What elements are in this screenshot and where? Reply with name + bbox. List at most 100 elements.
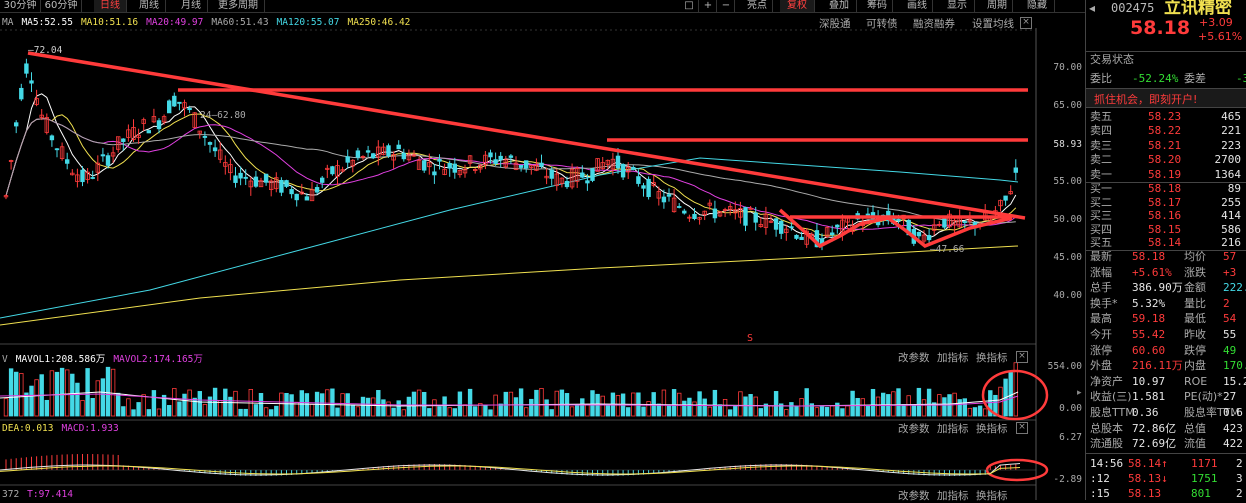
volume-bar [789, 402, 794, 417]
volume-bar [850, 390, 855, 417]
candle-body [646, 178, 651, 198]
macd-tick: -2.89 [1053, 474, 1082, 485]
volume-bar [804, 388, 809, 417]
candle-body [692, 213, 697, 220]
macd-switch-indicator[interactable]: 换指标 [976, 421, 1008, 436]
bid-label: 买二 [1090, 195, 1112, 209]
volume-bar [585, 403, 590, 417]
stat-value: 57 [1223, 250, 1237, 263]
candle-body [916, 231, 922, 237]
bid-volume: 216 [1221, 236, 1241, 250]
tick-row: :15 58.13 801 2 [1086, 487, 1246, 500]
promo-text[interactable]: 抓住机会，即刻开户! [1094, 91, 1197, 107]
volume-bar [972, 407, 978, 417]
stat-row: 股息TTM 0.36 股息率TTM 0.6 [1086, 406, 1246, 421]
volume-bar [156, 408, 162, 417]
volume-bar [274, 405, 279, 417]
macd-add-indicator[interactable]: 加指标 [937, 421, 969, 436]
vol-tick: 554.00 [1047, 361, 1082, 372]
macd-edit-params[interactable]: 改参数 [898, 421, 930, 436]
stat-value: 0.6 [1223, 406, 1243, 419]
volume-bar [814, 407, 820, 417]
stat-row: 总手 386.90万金额 222.4 [1086, 281, 1246, 296]
candle-body [284, 180, 289, 187]
volume-bar [238, 408, 243, 417]
vol-close-icon[interactable]: × [1016, 351, 1028, 363]
kdj-switch-indicator[interactable]: 换指标 [976, 488, 1008, 503]
vol-switch-indicator[interactable]: 换指标 [976, 350, 1008, 365]
candle-body [636, 176, 641, 184]
volume-bar [355, 406, 361, 417]
vol-tick: 0.00 [1059, 403, 1082, 414]
candle-body [488, 152, 493, 158]
candle-body [773, 218, 779, 230]
stat-value: 422 [1223, 437, 1243, 451]
prev-stock-icon[interactable]: ◂ [1089, 0, 1095, 16]
candle-body [421, 160, 427, 171]
volume-bar [49, 370, 55, 417]
volume-bar [671, 389, 677, 417]
tick-price: 58.13↓ [1128, 472, 1168, 485]
bid-volume: 255 [1221, 195, 1241, 209]
volume-bar [962, 398, 967, 417]
candle-body [835, 224, 840, 228]
stat-label: 最高 [1090, 312, 1112, 326]
stat-label: 跌停 [1184, 343, 1206, 357]
volume-bar [335, 407, 340, 417]
candle-body [712, 208, 718, 219]
stat-value: 15.2 [1223, 374, 1246, 388]
volume-bar [687, 397, 692, 417]
ask-label: 卖二 [1090, 153, 1112, 167]
volume-bar [442, 396, 447, 417]
volume-bar [707, 406, 712, 417]
volume-bar [983, 408, 988, 417]
volume-bar [911, 404, 916, 417]
stat-row: 涨停 60.60 跌停 49 [1086, 344, 1246, 359]
volume-bars [0, 362, 1019, 417]
bid-row: 买五 58.14 216 [1086, 236, 1246, 251]
volume-bar [472, 406, 478, 417]
candle-body [447, 163, 452, 169]
ask-row: 卖五 58.23 465 [1086, 110, 1246, 125]
collapse-arrow-icon[interactable]: ▸ [1077, 388, 1083, 400]
diff-label: 委差 [1184, 72, 1206, 85]
stat-value: 27 [1223, 390, 1237, 404]
candle-body [539, 162, 544, 167]
bid-label: 买三 [1090, 209, 1112, 223]
promo-banner[interactable]: 抓住机会，即刻开户! [1086, 88, 1246, 108]
volume-bar [666, 405, 672, 417]
candle-body [365, 150, 371, 153]
candle-body [799, 236, 804, 240]
candle-body [304, 196, 310, 201]
volume-bar [712, 389, 718, 417]
ask-label: 卖四 [1090, 124, 1112, 138]
ask-price: 58.19 [1148, 167, 1182, 181]
price-tick: 65.00 [1053, 100, 1082, 111]
candle-body [677, 206, 682, 208]
kdj-edit-params[interactable]: 改参数 [898, 488, 930, 503]
bid-label: 买一 [1090, 182, 1112, 195]
volume-bar [289, 394, 294, 417]
candle-body [166, 100, 172, 114]
price-tick: 45.00 [1053, 252, 1082, 263]
candle-body [641, 185, 646, 189]
candle-body [100, 154, 106, 157]
volume-bar [284, 392, 289, 417]
stat-label: 总手 [1090, 281, 1112, 295]
volume-bar [1008, 370, 1013, 417]
volume-bar [151, 390, 157, 417]
ratio-value: -52.24% [1132, 72, 1179, 85]
kdj-legend: 372 T:97.414 [2, 489, 89, 500]
stat-value: 54 [1223, 312, 1237, 326]
bid-label: 买五 [1090, 236, 1112, 250]
kdj-add-indicator[interactable]: 加指标 [937, 488, 969, 503]
kdj-legend-item: 372 [2, 489, 20, 500]
candle-body [524, 160, 529, 169]
volume-bar [498, 403, 503, 417]
ask-row: 卖三 58.21 223 [1086, 139, 1246, 154]
tick-time: 14:56 [1090, 457, 1124, 470]
vol-edit-params[interactable]: 改参数 [898, 350, 930, 365]
macd-close-icon[interactable]: × [1016, 422, 1028, 434]
stat-value: 49 [1223, 343, 1237, 357]
vol-add-indicator[interactable]: 加指标 [937, 350, 969, 365]
